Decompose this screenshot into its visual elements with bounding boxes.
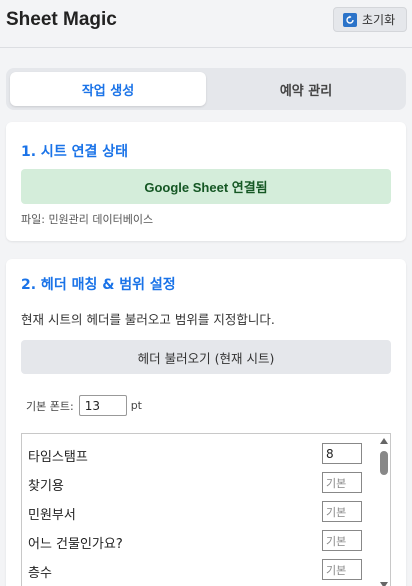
tab-bar: 작업 생성 예약 관리 xyxy=(6,68,406,110)
app-title: Sheet Magic xyxy=(6,9,117,30)
app-header: Sheet Magic 초기화 xyxy=(0,0,412,48)
font-size-field[interactable]: 기본 xyxy=(322,530,362,551)
font-size-field[interactable]: 8 xyxy=(322,443,362,464)
font-unit: pt xyxy=(130,399,142,412)
scrollbar[interactable] xyxy=(377,434,390,586)
tab-create-job[interactable]: 작업 생성 xyxy=(10,72,206,106)
header-label: 민원부서 xyxy=(28,508,76,523)
refresh-icon xyxy=(343,12,357,27)
header-mapping-card: 2. 헤더 매칭 & 범위 설정 현재 시트의 헤더를 불러오고 범위를 지정합… xyxy=(6,259,406,586)
list-item: 층수 기본 xyxy=(22,556,377,585)
connection-card: 1. 시트 연결 상태 Google Sheet 연결됨 파일: 민원관리 데이… xyxy=(6,122,406,241)
list-item: 타임스탬프 8 xyxy=(22,440,377,469)
connection-title: 1. 시트 연결 상태 xyxy=(21,144,128,160)
list-item: 찾기용 기본 xyxy=(22,469,377,498)
reset-label: 초기화 xyxy=(362,13,396,27)
header-label: 어느 건물인가요? xyxy=(28,537,123,552)
list-item: 민원부서 기본 xyxy=(22,498,377,527)
reset-button[interactable]: 초기화 xyxy=(333,7,407,32)
font-label: 기본 폰트: xyxy=(26,399,74,413)
header-label: 찾기용 xyxy=(28,479,64,494)
scroll-thumb[interactable] xyxy=(380,451,388,475)
header-mapping-title: 2. 헤더 매칭 & 범위 설정 xyxy=(21,277,176,293)
font-size-field[interactable]: 기본 xyxy=(322,472,362,493)
list-item: 어느 건물인가요? 기본 xyxy=(22,527,377,556)
load-headers-button[interactable]: 헤더 불러오기 (현재 시트) xyxy=(21,340,391,374)
header-list[interactable]: 타임스탬프 8 찾기용 기본 민원부서 기본 어느 건물인가요? 기본 층수 기… xyxy=(21,433,391,586)
header-label: 층수 xyxy=(28,566,52,581)
font-size-input[interactable]: 13 xyxy=(78,395,127,416)
connection-status-badge: Google Sheet 연결됨 xyxy=(21,169,391,204)
header-label: 타임스탬프 xyxy=(28,450,88,465)
font-size-field[interactable]: 기본 xyxy=(322,501,362,522)
font-size-field[interactable]: 기본 xyxy=(322,559,362,580)
tab-schedule-management[interactable]: 예약 관리 xyxy=(208,72,404,106)
scroll-down-arrow-icon[interactable] xyxy=(380,582,388,586)
file-name-text: 파일: 민원관리 데이터베이스 xyxy=(21,213,154,226)
default-font-row: 기본 폰트: 13 pt xyxy=(26,395,142,416)
header-mapping-description: 현재 시트의 헤더를 불러오고 범위를 지정합니다. xyxy=(21,312,275,327)
scroll-up-arrow-icon[interactable] xyxy=(380,438,388,444)
